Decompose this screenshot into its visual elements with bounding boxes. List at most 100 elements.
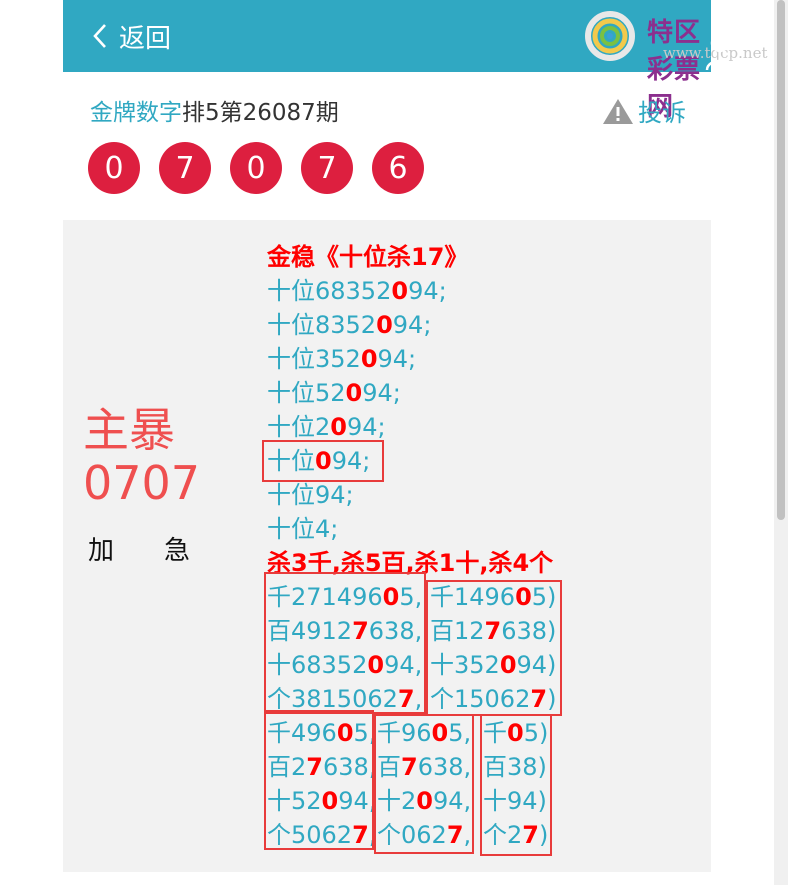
block_c-row: 百27638,: [267, 750, 376, 784]
prediction-section-1: 金稳《十位杀17》 十位68352094; 十位8352094; 十位352094;…: [267, 240, 553, 580]
block_c-row-highlight-digit: 7: [352, 821, 369, 849]
block_d-row-text: 十2: [377, 787, 417, 815]
block_c-row-suffix: 94,: [338, 787, 377, 815]
block_d-row: 十2094,: [377, 784, 471, 818]
back-label: 返回: [119, 23, 172, 54]
block_c-row-highlight-digit: 0: [321, 787, 339, 815]
section2-heading: 杀3千,杀5百,杀1十,杀4个: [267, 549, 554, 577]
section1-line-suffix: 94;: [377, 345, 417, 373]
section1-line: 十位52094;: [267, 376, 553, 410]
block_c-row: 个50627,: [267, 818, 376, 852]
block_d-row-text: 个062: [377, 821, 447, 849]
section1-line-text: 十位52: [267, 379, 346, 407]
section1-line-suffix: 94;: [408, 277, 447, 305]
section1-line-text: 十位68352: [267, 277, 392, 305]
block-e: 千05) 百38) 十94) 个27): [483, 716, 548, 852]
block_d-row-highlight-digit: 0: [416, 787, 433, 815]
block_c-row-text: 千496: [267, 719, 337, 747]
section1-line: 十位2094;: [267, 410, 553, 444]
block_c-row-highlight-digit: 0: [336, 719, 354, 747]
block_a-row: 十68352094,: [267, 648, 422, 682]
result-ball: 6: [372, 142, 424, 194]
block_a-row-highlight-digit: 7: [397, 685, 415, 713]
user-icon[interactable]: [705, 32, 735, 70]
block_c-row-highlight-digit: 7: [306, 753, 323, 781]
section1-heading: 金稳《十位杀17》: [267, 243, 469, 271]
scrollbar-thumb[interactable]: [777, 0, 785, 520]
block_a-row-text: 百4912: [267, 617, 353, 645]
block_b-row-suffix: 5): [531, 583, 557, 611]
report-label: 投诉: [638, 99, 686, 127]
block_c-row-text: 十52: [267, 787, 322, 815]
block_e-row-suffix: ): [538, 821, 549, 849]
block_c-row: 十52094,: [267, 784, 376, 818]
block_a-row-highlight-digit: 7: [352, 617, 369, 645]
block_b-row-highlight-digit: 7: [530, 685, 548, 713]
block_a-row: 百49127638,: [267, 614, 422, 648]
back-button[interactable]: 返回: [89, 18, 171, 54]
block_e-row: 千05): [483, 716, 548, 750]
section1-line-text: 十位2: [267, 413, 331, 441]
section1-line: 十位68352094;: [267, 274, 553, 308]
block_c-row-suffix: ,: [368, 821, 377, 849]
block_c-row-text: 个5062: [267, 821, 353, 849]
block-a: 千27149605, 百49127638, 十68352094, 个38150627,: [267, 580, 422, 716]
section1-line-suffix: 94;: [346, 413, 386, 441]
block_c-row-suffix: 638,: [322, 753, 377, 781]
section1-line-text: 十位8352: [267, 311, 377, 339]
section1-line-highlight-digit: 0: [330, 413, 347, 441]
result-ball: 0: [230, 142, 282, 194]
block_b-row-highlight-digit: 0: [499, 651, 517, 679]
section1-line-highlight-digit: 0: [391, 277, 409, 305]
block_e-row-highlight-digit: 0: [507, 719, 524, 747]
issue-title-rest: 排5第26087期: [182, 100, 339, 126]
block_c-row-text: 百2: [267, 753, 307, 781]
block_d-row-suffix: ,: [463, 821, 472, 849]
section1-line-suffix: 94;: [392, 311, 432, 339]
issue-title-highlight[interactable]: 金牌数字: [90, 100, 182, 126]
main-number: 0707: [83, 456, 201, 510]
block_d-row-text: 千96: [377, 719, 432, 747]
scrollbar[interactable]: [774, 0, 788, 885]
block_d-row-highlight-digit: 0: [431, 719, 449, 747]
block_b-row-suffix: 638): [501, 617, 557, 645]
block_b-row-text: 个15062: [430, 685, 531, 713]
block_b-row-text: 千1496: [430, 583, 516, 611]
block_b-row-highlight-digit: 0: [515, 583, 532, 611]
block_d-row: 个0627,: [377, 818, 471, 852]
block-c: 千49605, 百27638, 十52094, 个50627,: [267, 716, 376, 852]
block_a-row-text: 个3815062: [267, 685, 398, 713]
block_d-row-suffix: 5,: [448, 719, 472, 747]
result-ball: 7: [301, 142, 353, 194]
block_e-row-text: 个2: [483, 821, 523, 849]
block_a-row-suffix: 5,: [399, 583, 423, 611]
block_d-row: 千9605,: [377, 716, 471, 750]
result-balls: 0 7 0 7 6: [88, 142, 443, 194]
block_a-row-suffix: 94,: [384, 651, 423, 679]
block_d-row-highlight-digit: 7: [446, 821, 464, 849]
block_e-row-highlight-digit: 7: [522, 821, 539, 849]
report-button[interactable]: 投诉: [602, 93, 686, 128]
block_b-row-text: 十352: [430, 651, 500, 679]
warning-icon: [603, 98, 633, 124]
block_a-row-highlight-digit: 0: [382, 583, 400, 611]
block-d: 千9605, 百7638, 十2094, 个0627,: [377, 716, 471, 852]
block_a-row-highlight-digit: 0: [367, 651, 385, 679]
section1-line: 十位4;: [267, 515, 339, 543]
block_e-row-text: 千: [483, 719, 507, 747]
urgent-label: 加急: [88, 536, 241, 566]
block_b-row-highlight-digit: 7: [484, 617, 502, 645]
block_b-row-suffix: 94): [516, 651, 557, 679]
block-b: 千149605) 百127638) 十352094) 个150627): [430, 580, 556, 716]
block_b-row: 百127638): [430, 614, 556, 648]
section1-line-suffix: 94;: [331, 447, 371, 475]
block_a-row-text: 十68352: [267, 651, 368, 679]
block_e-row: 十94): [483, 787, 547, 815]
logo-icon: [585, 11, 635, 61]
chevron-left-icon: [93, 24, 106, 48]
block_d-row-suffix: 94,: [432, 787, 472, 815]
block_a-row-suffix: ,: [414, 685, 423, 713]
issue-title: 金牌数字排5第26087期: [90, 93, 686, 127]
section1-line-highlight-digit: 0: [376, 311, 393, 339]
issue-title-row: 金牌数字排5第26087期 投诉: [90, 93, 686, 128]
